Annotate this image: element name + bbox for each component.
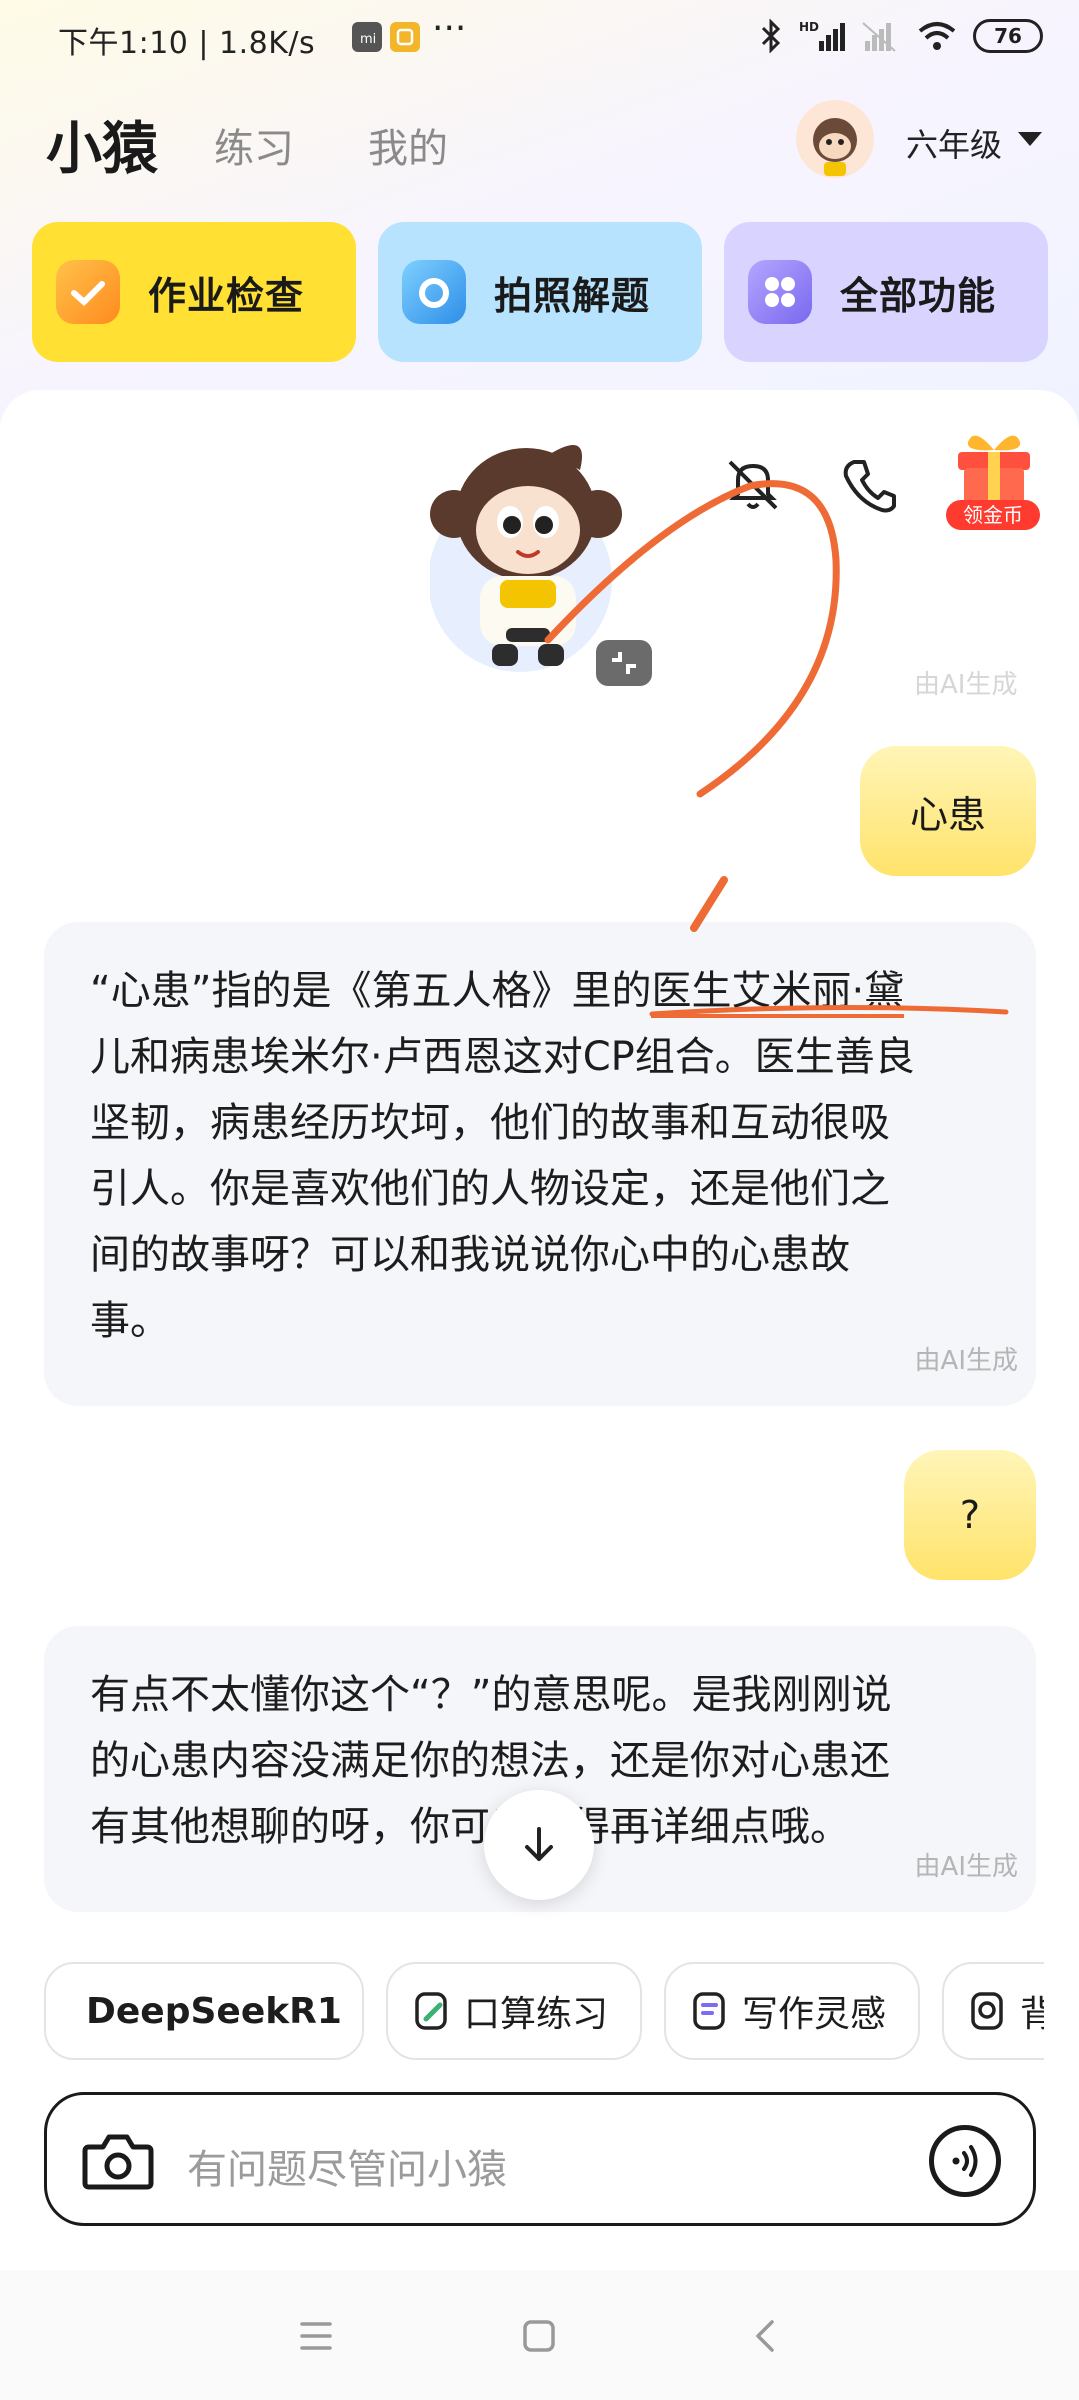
monkey-avatar-icon <box>813 118 857 176</box>
app-notification-icon <box>390 22 420 52</box>
homework-check-icon <box>56 260 120 324</box>
back-icon[interactable] <box>750 2318 780 2354</box>
mi-app-notification-icon: mi <box>352 22 382 52</box>
app-title[interactable]: 小猿 <box>46 104 158 185</box>
writing-doc-icon <box>693 1992 725 2030</box>
message-line: 儿和病患埃米尔·卢西恩这对CP组合。医生善良 <box>90 1034 915 1080</box>
mute-button[interactable] <box>718 450 788 524</box>
voice-wave-icon <box>952 2145 978 2177</box>
user-message-bubble[interactable]: ? <box>904 1450 1036 1580</box>
message-line: 的心患内容没满足你的想法，还是你对心患还 <box>90 1738 890 1784</box>
message-line: 坚韧，病患经历坎坷，他们的故事和互动很吸 <box>90 1100 890 1146</box>
system-navigation-bar <box>0 2270 1079 2400</box>
chip-mental-math[interactable]: 口算练习 <box>386 1962 642 2060</box>
voice-input-button[interactable] <box>929 2125 1001 2197</box>
phone-icon <box>843 460 896 513</box>
message-line: 事。 <box>90 1298 170 1344</box>
chip-label: 背 <box>1020 1994 1044 2035</box>
chevron-down-icon[interactable] <box>1018 132 1042 146</box>
svg-text:mi: mi <box>360 32 376 47</box>
battery-indicator: 76 <box>973 19 1043 53</box>
homework-check-button[interactable]: 作业检查 <box>32 222 356 362</box>
highlighted-text: 医生艾米丽·黛 <box>651 968 905 1018</box>
tab-mine[interactable]: 我的 <box>368 116 448 174</box>
signal-hd-icon: HD <box>799 20 845 51</box>
status-time: 下午1:10 | 1.8K/s <box>58 26 316 61</box>
homework-check-label: 作业检查 <box>148 273 305 318</box>
search-doc-icon <box>971 1992 1003 2030</box>
bluetooth-icon <box>761 19 781 53</box>
all-features-label: 全部功能 <box>840 273 997 318</box>
message-input-bar[interactable]: 有问题尽管问小猿 <box>44 2092 1036 2226</box>
ai-generated-tag: 由AI生成 <box>914 1346 1018 1376</box>
chip-label: DeepSeekR1 <box>86 1990 342 2032</box>
status-bar: 下午1:10 | 1.8K/s mi ··· HD 76 <box>0 0 1079 76</box>
app-header: 小猿 练习 我的 六年级 <box>0 96 1079 186</box>
tab-practice[interactable]: 练习 <box>214 116 294 174</box>
more-notifications-icon: ··· <box>432 8 467 49</box>
suggestion-chips: DeepSeekR1 口算练习 写作灵感 背 <box>44 1962 1044 2060</box>
chip-deepseek[interactable]: DeepSeekR1 <box>44 1962 364 2060</box>
reward-gift-button[interactable]: 领金币 <box>944 424 1044 534</box>
signal-empty-icon <box>862 22 896 52</box>
camera-solve-icon <box>402 260 466 324</box>
all-features-icon <box>748 260 812 324</box>
ai-message-bubble[interactable]: “心患”指的是《第五人格》里的医生艾米丽·黛 儿和病患埃米尔·卢西恩这对CP组合… <box>44 922 1036 1406</box>
message-input[interactable]: 有问题尽管问小猿 <box>187 2137 507 2195</box>
chip-recite[interactable]: 背 <box>942 1962 1044 2060</box>
ai-generated-tag: 由AI生成 <box>914 670 1018 700</box>
avatar[interactable] <box>796 100 874 178</box>
voice-call-button[interactable] <box>834 450 904 524</box>
message-line: 有点不太懂你这个“？”的意思呢。是我刚刚说 <box>90 1672 892 1718</box>
arrow-down-icon <box>525 1827 553 1861</box>
scroll-to-bottom-button[interactable] <box>484 1790 594 1900</box>
quick-actions: 作业检查 拍照解题 全部功能 <box>32 222 1048 362</box>
bell-off-icon <box>728 460 778 510</box>
home-icon[interactable] <box>522 2318 556 2354</box>
chip-label: 写作灵感 <box>742 1994 887 2035</box>
minimize-icon <box>612 652 636 674</box>
camera-solve-label: 拍照解题 <box>494 273 651 318</box>
pencil-doc-icon <box>415 1992 447 2030</box>
wifi-icon <box>918 22 956 50</box>
menu-icon[interactable] <box>298 2320 334 2352</box>
message-line: 引人。你是喜欢他们的人物设定，还是他们之 <box>90 1166 890 1212</box>
reward-label: 领金币 <box>946 500 1040 530</box>
message-line: 间的故事呀？可以和我说说你心中的心患故 <box>90 1232 850 1278</box>
message-line: “心患”指的是《第五人格》里的医生艾米丽·黛 <box>90 958 992 1024</box>
camera-icon <box>82 2134 154 2190</box>
shrink-mascot-button[interactable] <box>596 640 652 686</box>
user-message-bubble[interactable]: 心患 <box>860 746 1036 876</box>
chip-label: 口算练习 <box>464 1994 609 2035</box>
grade-selector[interactable]: 六年级 <box>906 120 1002 166</box>
camera-solve-button[interactable]: 拍照解题 <box>378 222 702 362</box>
all-features-button[interactable]: 全部功能 <box>724 222 1048 362</box>
hd-label: HD <box>799 20 819 34</box>
camera-button[interactable] <box>81 2129 155 2197</box>
ai-generated-tag: 由AI生成 <box>914 1852 1018 1882</box>
chip-writing-ideas[interactable]: 写作灵感 <box>664 1962 920 2060</box>
gift-icon <box>958 435 1030 506</box>
